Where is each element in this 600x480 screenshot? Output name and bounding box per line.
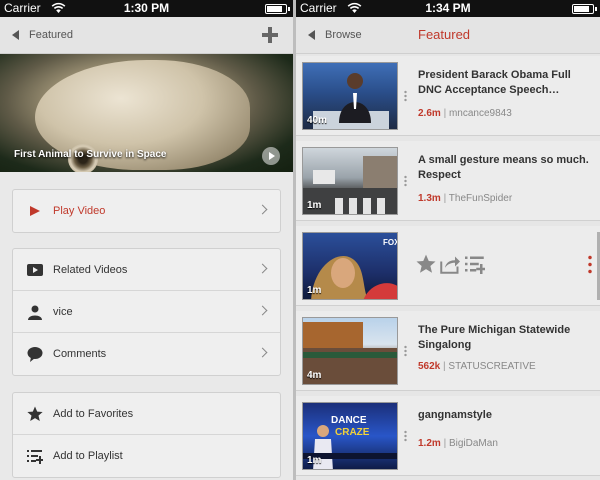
- video-thumbnail[interactable]: DANCE CRAZE 1m: [302, 402, 398, 470]
- user-icon: [28, 305, 42, 320]
- video-thumbnail[interactable]: 4m: [302, 317, 398, 385]
- add-playlist-icon: [27, 450, 43, 464]
- nav-bar: Featured: [0, 17, 293, 54]
- chevron-right-icon: [257, 263, 268, 274]
- drag-handle-icon[interactable]: [404, 90, 407, 102]
- chevron-right-icon: [257, 347, 268, 358]
- back-button-featured[interactable]: Featured: [12, 29, 73, 41]
- video-meta: 1.3m | TheFunSpider: [418, 193, 512, 204]
- video-title: President Barack Obama Full DNC Acceptan…: [418, 69, 571, 96]
- fox-badge: FOX: [383, 238, 398, 247]
- video-duration: 40m: [307, 115, 328, 126]
- plus-icon[interactable]: [262, 27, 278, 43]
- play-video-row[interactable]: Play Video: [13, 190, 280, 232]
- battery-icon: [572, 4, 597, 14]
- video-meta: 1.2m | BigiDaMan: [418, 438, 498, 449]
- video-thumbnail[interactable]: 1m: [302, 147, 398, 215]
- meta-separator: |: [443, 438, 447, 449]
- video-actions: [416, 254, 586, 278]
- speech-bubble-icon: [27, 347, 43, 362]
- back-label: Featured: [29, 29, 74, 41]
- favorite-star-icon[interactable]: [416, 254, 436, 274]
- nav-bar: Browse Featured: [296, 17, 600, 54]
- related-videos-row[interactable]: Related Videos: [13, 249, 280, 291]
- meta-separator: |: [443, 361, 446, 372]
- play-icon: [30, 206, 40, 216]
- meta-separator: |: [443, 193, 447, 204]
- video-views: 2.6m: [418, 108, 441, 119]
- star-icon: [27, 406, 43, 421]
- video-views: 562k: [418, 361, 441, 372]
- chevron-right-icon: [257, 204, 268, 215]
- list-item[interactable]: DANCE CRAZE 1m gangnamstyle 1.2m | BigiD…: [296, 396, 600, 476]
- back-arrow-icon: [12, 30, 19, 40]
- battery-icon: [265, 4, 290, 14]
- drag-handle-icon[interactable]: [404, 345, 407, 357]
- list-item[interactable]: 4m The Pure Michigan Statewide Singalong…: [296, 311, 600, 391]
- hero-caption: First Animal to Survive in Space: [14, 149, 167, 160]
- right-screen: Carrier 1:34 PM Browse Featured 40m Pres…: [296, 0, 600, 480]
- info-group: Related Videos vice Comments: [12, 248, 281, 376]
- back-arrow-icon: [308, 30, 315, 40]
- more-options-icon[interactable]: [588, 254, 592, 274]
- video-meta: 562k | STATUSCREATIVE: [418, 361, 536, 372]
- add-to-favorites-label: Add to Favorites: [53, 407, 134, 420]
- video-title: The Pure Michigan Statewide Singalong: [418, 324, 571, 351]
- add-playlist-icon[interactable]: [464, 254, 487, 274]
- video-meta: 2.6m | mncance9843: [418, 108, 512, 119]
- status-time: 1:30 PM: [123, 1, 170, 15]
- status-time: 1:34 PM: [425, 1, 471, 15]
- meta-separator: |: [443, 108, 447, 119]
- video-channel: mncance9843: [448, 108, 512, 119]
- video-title: A small gesture means so much. Respect: [418, 154, 589, 181]
- comments-label: Comments: [53, 348, 107, 360]
- channel-label: vice: [53, 305, 73, 318]
- video-duration: 1m: [307, 285, 322, 296]
- add-to-playlist-row[interactable]: Add to Playlist: [13, 435, 280, 477]
- featured-video-hero[interactable]: First Animal to Survive in Space: [0, 54, 293, 172]
- back-button-browse[interactable]: Browse: [308, 29, 362, 41]
- dance-badge: DANCE: [331, 415, 367, 426]
- status-bar: Carrier 1:30 PM: [0, 0, 293, 17]
- left-screen: Carrier 1:30 PM Featured First Animal to…: [0, 0, 293, 480]
- comments-row[interactable]: Comments: [13, 333, 280, 375]
- play-group: Play Video: [12, 189, 281, 233]
- craze-badge: CRAZE: [335, 427, 370, 438]
- save-group: Add to Favorites Add to Playlist: [12, 392, 281, 478]
- status-bar: Carrier 1:34 PM: [296, 0, 600, 17]
- video-thumbnail[interactable]: 40m: [302, 62, 398, 130]
- video-duration: 1m: [307, 455, 322, 466]
- video-title: gangnamstyle: [418, 409, 492, 421]
- video-channel: TheFunSpider: [448, 193, 513, 204]
- play-video-label: Play Video: [53, 205, 106, 217]
- video-channel: BigiDaMan: [448, 438, 498, 449]
- video-icon: [27, 264, 43, 276]
- add-to-playlist-label: Add to Playlist: [53, 450, 123, 462]
- back-label: Browse: [325, 29, 362, 41]
- video-views: 1.3m: [418, 193, 441, 204]
- list-item[interactable]: 40m President Barack Obama Full DNC Acce…: [296, 56, 600, 136]
- list-item[interactable]: 1m A small gesture means so much. Respec…: [296, 141, 600, 221]
- channel-row[interactable]: vice: [13, 291, 280, 333]
- video-duration: 4m: [307, 370, 322, 381]
- video-channel: STATUSCREATIVE: [448, 361, 536, 372]
- play-overlay-icon[interactable]: [262, 147, 280, 165]
- share-icon[interactable]: [440, 254, 461, 274]
- drag-handle-icon[interactable]: [404, 430, 407, 442]
- chevron-right-icon: [257, 305, 268, 316]
- list-item[interactable]: FOX 1m: [296, 226, 600, 306]
- video-duration: 1m: [307, 200, 322, 211]
- page-title: Featured: [418, 27, 471, 42]
- related-videos-label: Related Videos: [53, 263, 128, 276]
- video-thumbnail[interactable]: FOX 1m: [302, 232, 398, 300]
- drag-handle-icon[interactable]: [404, 175, 407, 187]
- add-to-favorites-row[interactable]: Add to Favorites: [13, 393, 280, 435]
- video-views: 1.2m: [418, 438, 441, 449]
